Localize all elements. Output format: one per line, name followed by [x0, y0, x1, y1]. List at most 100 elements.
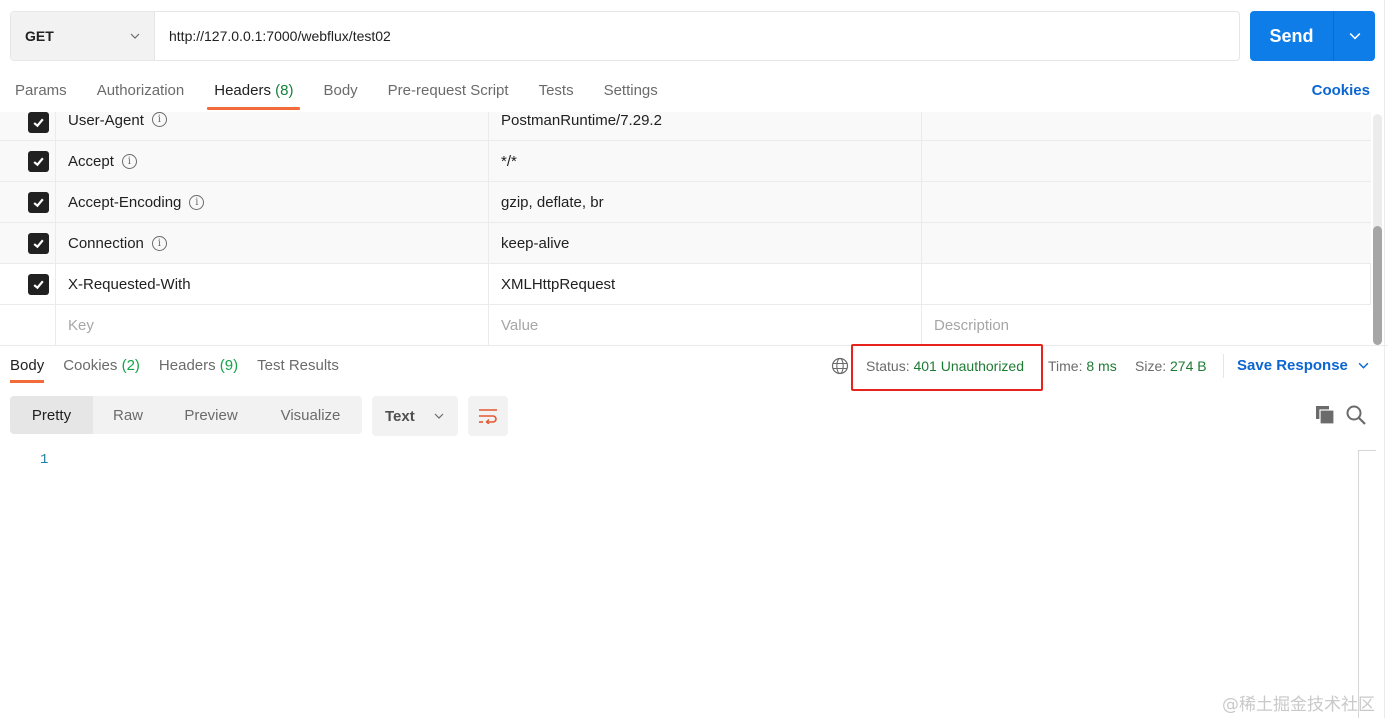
view-raw-button[interactable]: Raw [93, 396, 163, 434]
header-value[interactable]: keep-alive [501, 235, 569, 252]
tab-label: Cookies [63, 357, 118, 374]
cookies-link[interactable]: Cookies [1312, 82, 1370, 99]
value-placeholder[interactable]: Value [501, 317, 538, 334]
tab-params[interactable]: Params [0, 76, 82, 112]
search-icon[interactable] [1345, 404, 1367, 426]
headers-scrollbar-thumb[interactable] [1373, 226, 1382, 345]
header-description[interactable] [922, 264, 1370, 304]
globe-icon[interactable] [831, 357, 849, 375]
send-options-button[interactable] [1334, 11, 1375, 61]
tab-label: Test Results [257, 357, 339, 374]
tab-pre-request-script[interactable]: Pre-request Script [373, 76, 524, 112]
header-key[interactable]: User-Agent [68, 112, 144, 129]
row-checkbox[interactable] [28, 191, 49, 213]
table-row: Accept-Encoding i gzip, deflate, br [0, 182, 1371, 223]
header-value[interactable]: PostmanRuntime/7.29.2 [501, 112, 662, 129]
table-row: Accept i */* [0, 141, 1371, 182]
header-value[interactable]: */* [501, 153, 517, 170]
meta-divider [1223, 354, 1224, 378]
tab-label: Tests [538, 82, 574, 99]
table-row: Connection i keep-alive [0, 223, 1371, 264]
info-icon[interactable]: i [151, 235, 167, 251]
tab-count: (9) [219, 357, 239, 374]
header-description[interactable] [922, 112, 1371, 140]
view-visualize-button[interactable]: Visualize [259, 396, 362, 434]
size-label: Size: [1135, 358, 1167, 374]
wrap-lines-icon [479, 409, 497, 424]
response-tab-body[interactable]: Body [0, 352, 53, 386]
tab-count: (2) [121, 357, 140, 374]
checkmark-icon [33, 239, 44, 248]
editor-scrollbar[interactable] [1358, 450, 1359, 718]
copy-icon[interactable] [1315, 405, 1335, 425]
tab-body[interactable]: Body [308, 76, 372, 112]
tab-label: Authorization [96, 82, 185, 99]
response-tab-test-results[interactable]: Test Results [247, 352, 348, 386]
url-input[interactable] [155, 12, 1239, 60]
tab-label: Pre-request Script [387, 82, 509, 99]
time-value: 8 ms [1086, 358, 1117, 374]
view-preview-button[interactable]: Preview [163, 396, 259, 434]
header-key[interactable]: Connection [68, 235, 144, 252]
info-icon[interactable]: i [189, 194, 205, 210]
header-key[interactable]: Accept [68, 153, 114, 170]
header-key[interactable]: X-Requested-With [68, 276, 191, 293]
pane-divider[interactable] [0, 345, 1388, 346]
key-placeholder[interactable]: Key [68, 317, 94, 334]
tab-label: Headers [214, 82, 271, 99]
view-pretty-button[interactable]: Pretty [10, 396, 93, 434]
tab-settings[interactable]: Settings [589, 76, 673, 112]
format-label: Text [385, 407, 415, 425]
tab-count: (8) [275, 82, 294, 99]
checkmark-icon [33, 157, 44, 166]
time-label: Time: [1048, 358, 1083, 374]
description-placeholder[interactable]: Description [934, 317, 1009, 334]
chevron-down-icon [130, 33, 140, 39]
status-readout[interactable]: Status: 401 Unauthorized [866, 358, 1024, 374]
header-value[interactable]: XMLHttpRequest [501, 276, 615, 293]
info-icon[interactable]: i [121, 153, 137, 169]
tab-headers[interactable]: Headers (8) [199, 76, 308, 112]
header-key[interactable]: Accept-Encoding [68, 194, 181, 211]
time-readout[interactable]: Time: 8 ms [1048, 358, 1117, 374]
send-button[interactable]: Send [1250, 11, 1375, 61]
status-value: 401 Unauthorized [913, 358, 1025, 374]
tab-authorization[interactable]: Authorization [82, 76, 200, 112]
checkmark-icon [33, 280, 44, 289]
tab-tests[interactable]: Tests [524, 76, 589, 112]
format-select[interactable]: Text [372, 396, 458, 436]
response-tabs: Body Cookies (2) Headers (9) Test Result… [0, 352, 348, 386]
size-readout[interactable]: Size: 274 B [1135, 358, 1207, 374]
header-description[interactable] [922, 182, 1371, 222]
view-mode-group: Pretty Raw Preview Visualize [10, 396, 362, 434]
request-url-bar: GET [10, 11, 1240, 61]
wrap-lines-button[interactable] [468, 396, 508, 436]
method-label: GET [25, 28, 54, 44]
row-checkbox[interactable] [28, 150, 49, 172]
header-value[interactable]: gzip, deflate, br [501, 194, 604, 211]
line-number: 1 [40, 452, 49, 468]
tab-label: Headers [158, 357, 216, 374]
response-tab-cookies[interactable]: Cookies (2) [53, 352, 149, 386]
checkmark-icon [33, 118, 44, 128]
row-checkbox[interactable] [28, 112, 49, 133]
send-button-label[interactable]: Send [1250, 11, 1334, 61]
row-checkbox[interactable] [28, 273, 49, 295]
request-tabs: Params Authorization Headers (8) Body Pr… [0, 76, 673, 112]
response-tab-headers[interactable]: Headers (9) [149, 352, 247, 386]
header-description[interactable] [922, 141, 1371, 181]
tab-label: Body [323, 82, 358, 99]
table-row: User-Agent i PostmanRuntime/7.29.2 [0, 112, 1371, 141]
size-value: 274 B [1170, 358, 1207, 374]
chevron-down-icon [434, 413, 444, 419]
tab-label: Body [10, 357, 45, 374]
header-description[interactable] [922, 223, 1371, 263]
chevron-down-icon [1358, 362, 1369, 369]
save-response-button[interactable]: Save Response [1237, 357, 1369, 374]
response-body-editor[interactable]: 1 [0, 446, 1360, 718]
row-checkbox[interactable] [28, 232, 49, 254]
watermark: @稀土掘金技术社区 [1222, 695, 1375, 715]
info-icon[interactable]: i [151, 112, 167, 127]
checkmark-icon [33, 198, 44, 207]
method-select[interactable]: GET [11, 12, 155, 60]
